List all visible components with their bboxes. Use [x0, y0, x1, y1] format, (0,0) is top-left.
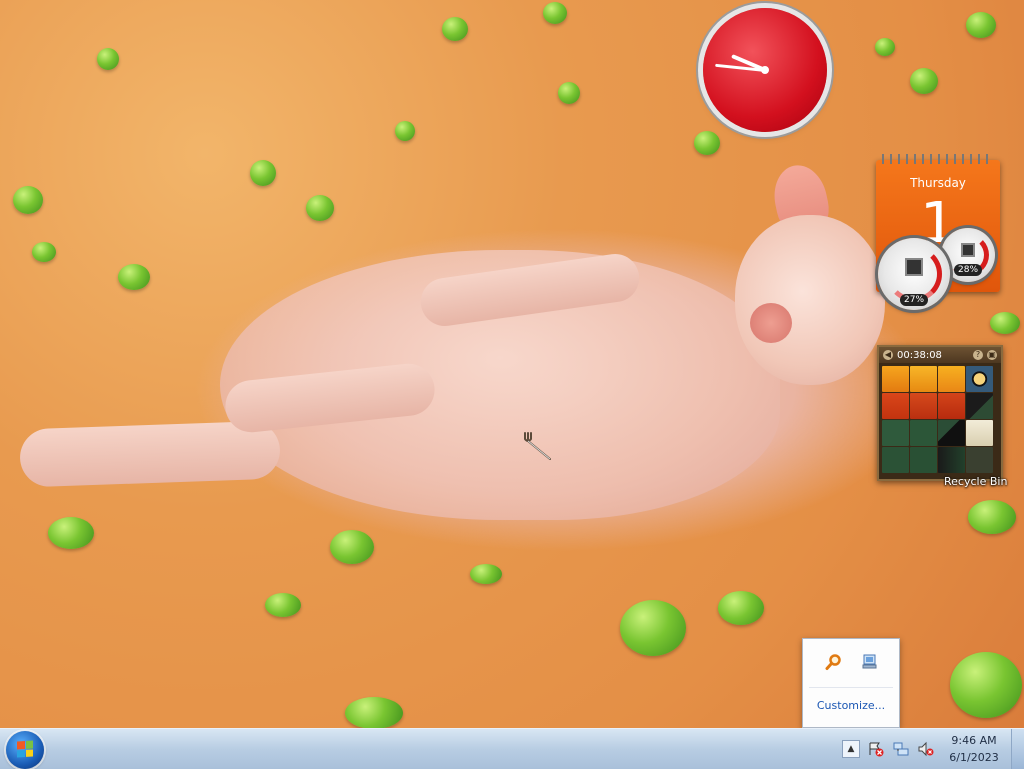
- calendar-rings: [882, 154, 994, 164]
- taskbar: ▲ 9:46 AM 6/1/2023: [0, 728, 1024, 769]
- wallpaper-pea: [910, 68, 938, 94]
- puzzle-tile[interactable]: [882, 393, 909, 419]
- puzzle-back-icon[interactable]: ◀: [883, 350, 893, 360]
- wallpaper-pea: [966, 12, 996, 38]
- taskbar-date: 6/1/2023: [949, 751, 999, 764]
- puzzle-tile[interactable]: [966, 366, 993, 392]
- puzzle-tile[interactable]: [966, 393, 993, 419]
- wallpaper-pea: [718, 591, 764, 625]
- puzzle-timer: 00:38:08: [897, 349, 942, 361]
- puzzle-tile[interactable]: [910, 420, 937, 446]
- recycle-bin-label[interactable]: Recycle Bin: [944, 475, 1007, 488]
- wallpaper-pea: [32, 242, 56, 262]
- network-status-icon[interactable]: [893, 741, 909, 757]
- cpu-percent: 27%: [899, 294, 929, 306]
- wallpaper-pea: [620, 600, 686, 656]
- calendar-weekday: Thursday: [910, 176, 966, 190]
- wallpaper-pig-head: [735, 215, 885, 385]
- puzzle-tile[interactable]: [882, 366, 909, 392]
- clock-center-cap: [761, 66, 769, 74]
- search-icon[interactable]: [825, 653, 843, 671]
- wallpaper-pea: [13, 186, 43, 214]
- wallpaper-pea: [118, 264, 150, 290]
- taskbar-time: 9:46 AM: [951, 734, 997, 747]
- wallpaper-pea: [48, 517, 94, 549]
- wallpaper-pea: [558, 82, 580, 104]
- wallpaper-pea: [968, 500, 1016, 534]
- picture-puzzle-gadget[interactable]: ◀ 00:38:08 ? ▣: [877, 345, 1003, 481]
- start-button[interactable]: [6, 731, 44, 769]
- wallpaper-pea: [265, 593, 301, 617]
- windows-flag-icon: [17, 740, 33, 758]
- wallpaper-pea: [330, 530, 374, 564]
- memory-chip-icon: [961, 242, 975, 257]
- wallpaper-pea: [470, 564, 502, 584]
- popup-separator: [809, 687, 893, 688]
- wallpaper-pea: [395, 121, 415, 141]
- puzzle-tile[interactable]: [938, 420, 965, 446]
- puzzle-tile[interactable]: [882, 420, 909, 446]
- puzzle-toolbar: ◀ 00:38:08 ? ▣: [879, 347, 1001, 363]
- wallpaper-pea: [990, 312, 1020, 334]
- puzzle-tile[interactable]: [910, 366, 937, 392]
- notification-overflow-popup: Customize...: [802, 638, 900, 728]
- puzzle-tile[interactable]: [938, 447, 965, 473]
- wallpaper-pig-snout: [750, 303, 792, 343]
- wallpaper-pea: [694, 131, 720, 155]
- puzzle-tile[interactable]: [910, 447, 937, 473]
- show-desktop-button[interactable]: [1011, 729, 1024, 769]
- help-icon[interactable]: ?: [973, 350, 983, 360]
- puzzle-tile[interactable]: [966, 447, 993, 473]
- wallpaper-pea: [97, 48, 119, 70]
- cpu-chip-icon: [905, 257, 923, 276]
- action-center-icon[interactable]: [868, 741, 884, 757]
- wallpaper-pea: [875, 38, 895, 56]
- customize-link[interactable]: Customize...: [803, 699, 899, 712]
- wallpaper-pea: [345, 697, 403, 729]
- puzzle-tile[interactable]: [938, 393, 965, 419]
- show-hidden-icons-button[interactable]: ▲: [842, 740, 860, 758]
- puzzle-tile[interactable]: [910, 393, 937, 419]
- puzzle-grid: [879, 363, 1001, 476]
- puzzle-tile[interactable]: [938, 366, 965, 392]
- taskbar-clock[interactable]: 9:46 AM 6/1/2023: [943, 732, 1005, 766]
- view-icon[interactable]: ▣: [987, 350, 997, 360]
- wallpaper-pea: [250, 160, 276, 186]
- puzzle-tile[interactable]: [882, 447, 909, 473]
- clock-gadget[interactable]: [703, 8, 827, 132]
- system-tray: ▲ 9:46 AM 6/1/2023: [842, 729, 1024, 769]
- puzzle-tile[interactable]: [966, 420, 993, 446]
- memory-percent: 28%: [953, 264, 983, 276]
- volume-muted-icon[interactable]: [918, 741, 934, 757]
- wallpaper-pea: [306, 195, 334, 221]
- fork-cursor-icon: [524, 432, 551, 460]
- wallpaper-pea: [442, 17, 468, 41]
- cpu-gauge: 27%: [878, 238, 950, 310]
- wallpaper-pea: [950, 652, 1022, 718]
- network-icon[interactable]: [861, 653, 879, 671]
- wallpaper-pea: [543, 2, 567, 24]
